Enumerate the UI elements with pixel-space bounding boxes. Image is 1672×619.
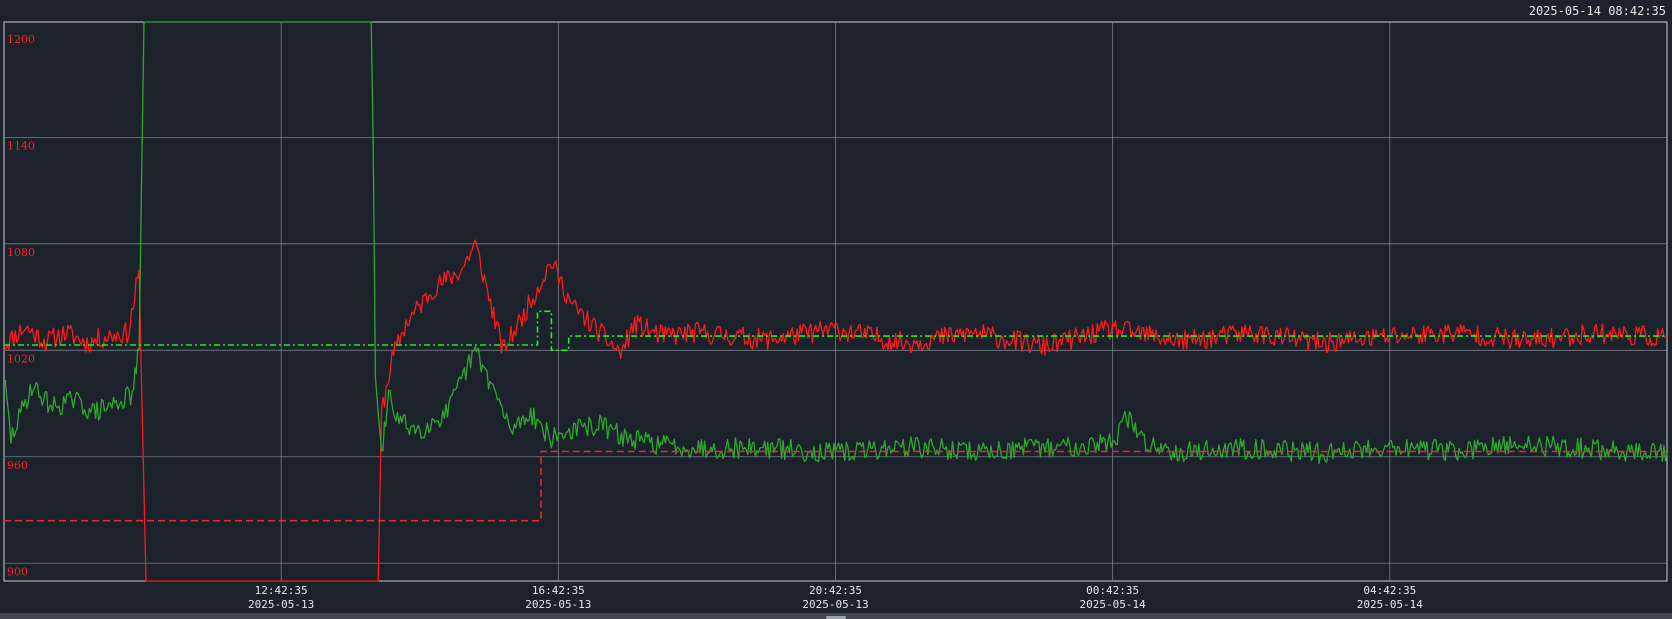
x-tick-date: 2025-05-13 [802, 598, 868, 611]
x-tick-date: 2025-05-14 [1357, 598, 1424, 611]
x-tick-date: 2025-05-13 [525, 598, 591, 611]
x-tick-time: 20:42:35 [809, 584, 862, 597]
y-tick-label: 1140 [7, 139, 35, 152]
y-tick-label: 960 [7, 459, 28, 472]
x-tick-date: 2025-05-13 [248, 598, 314, 611]
chart-canvas: 1200114010801020960900 12:42:352025-05-1… [3, 21, 1668, 611]
x-axis: 12:42:352025-05-1316:42:352025-05-1320:4… [248, 584, 1423, 611]
x-tick-date: 2025-05-14 [1080, 598, 1147, 611]
horizontal-scrollbar[interactable] [0, 613, 1672, 619]
y-tick-label: 1080 [7, 246, 35, 259]
current-timestamp: 2025-05-14 08:42:35 [1528, 4, 1666, 18]
x-tick-time: 12:42:35 [255, 584, 308, 597]
x-tick-time: 00:42:35 [1086, 584, 1139, 597]
x-tick-time: 04:42:35 [1363, 584, 1416, 597]
chart-window: 1200 1140 1080 1020 960 900 12:42:35 2025-05-1… [0, 0, 1672, 619]
y-tick-label: 1020 [7, 352, 35, 365]
x-tick-time: 16:42:35 [532, 584, 585, 597]
y-tick-label: 900 [7, 565, 28, 578]
y-tick-label: 1200 [7, 33, 35, 46]
